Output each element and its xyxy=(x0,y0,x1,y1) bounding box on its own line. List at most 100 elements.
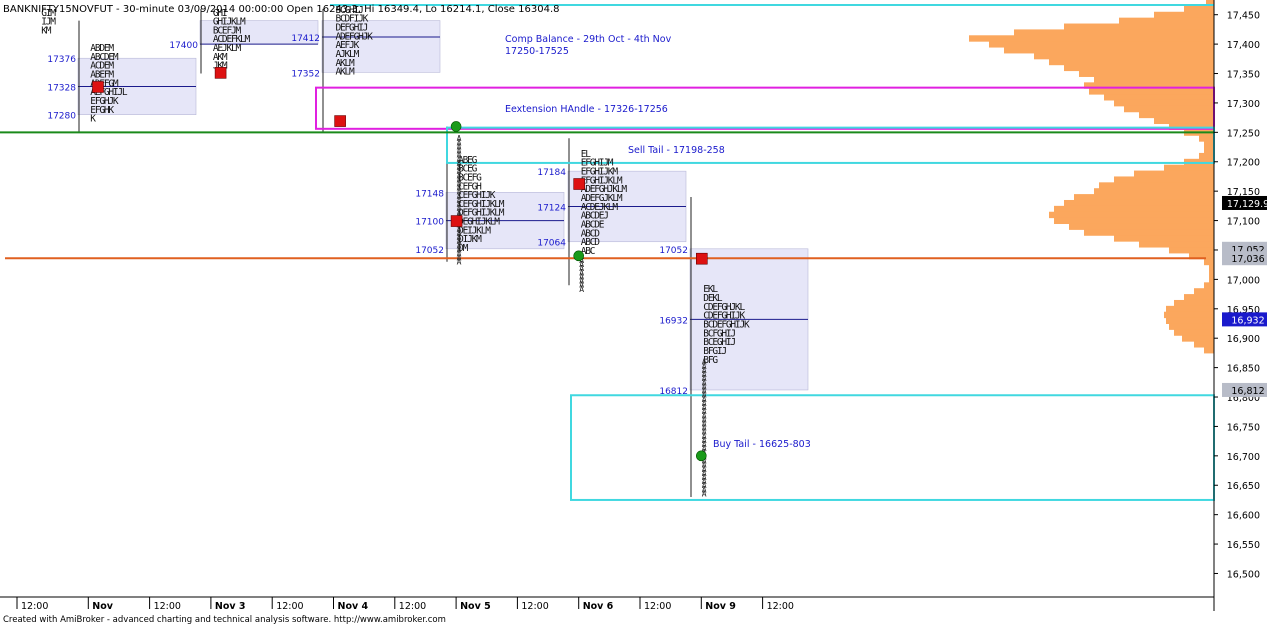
volume-profile-bar-26 xyxy=(1199,152,1214,160)
marker-green-5 xyxy=(573,250,585,262)
volume-profile-bar-1 xyxy=(1184,5,1214,13)
y-tick-label-3: 16,650 xyxy=(1227,481,1260,492)
x-tick-label-4: 12:00 xyxy=(276,601,303,612)
volume-profile-bar-39 xyxy=(1084,229,1214,236)
y-tick-label-19: 17,450 xyxy=(1227,11,1260,22)
poc-label-1: 17400 xyxy=(169,41,198,51)
y-tick-label-2: 16,600 xyxy=(1227,511,1260,522)
volume-profile-bar-31 xyxy=(1099,182,1214,189)
x-tick-label-5: Nov 4 xyxy=(338,601,369,612)
volume-profile-bar-42 xyxy=(1169,247,1214,254)
volume-profile-bar-9 xyxy=(1034,52,1214,60)
volume-profile-bar-15 xyxy=(1089,88,1214,95)
volume-profile-bar-41 xyxy=(1139,241,1214,248)
poc-label-3: 17100 xyxy=(415,218,444,228)
volume-profile-bar-10 xyxy=(1049,58,1214,66)
val-label-3: 17052 xyxy=(415,246,444,256)
volume-profile-bar-53 xyxy=(1164,311,1214,319)
volume-profile-bar-44 xyxy=(1204,258,1214,266)
price-badge-label-0: 17,129.9 xyxy=(1227,199,1267,210)
y-tick-label-10: 17,000 xyxy=(1227,275,1260,286)
volume-profile-bar-12 xyxy=(1079,70,1214,77)
volume-profile-bar-32 xyxy=(1094,188,1214,195)
x-tick-label-2: 12:00 xyxy=(154,601,181,612)
volume-profile-bar-25 xyxy=(1204,147,1214,154)
price-badge-label-3: 16,932 xyxy=(1231,315,1264,326)
val-label-0: 17280 xyxy=(47,112,76,122)
marker-red-1 xyxy=(214,67,227,79)
volume-profile-bar-8 xyxy=(1004,47,1214,54)
y-tick-label-14: 17,200 xyxy=(1227,158,1260,169)
y-tick-label-17: 17,350 xyxy=(1227,70,1260,81)
y-tick-label-16: 17,300 xyxy=(1227,99,1260,110)
marker-red-7 xyxy=(695,252,708,265)
marker-green-8 xyxy=(695,450,707,462)
y-tick-label-15: 17,250 xyxy=(1227,128,1260,139)
volume-profile-bar-49 xyxy=(1194,288,1214,295)
vah-label-3: 17148 xyxy=(415,189,444,199)
volume-profile-bar-47 xyxy=(1209,276,1214,283)
volume-profile-bar-40 xyxy=(1114,235,1214,242)
volume-profile-bar-30 xyxy=(1114,176,1214,183)
volume-profile-bar-57 xyxy=(1182,335,1214,342)
volume-profile-bar-17 xyxy=(1114,99,1214,107)
volume-profile-bar-2 xyxy=(1154,11,1214,19)
poc-label-4: 17124 xyxy=(537,203,566,213)
volume-profile-bar-54 xyxy=(1166,317,1214,324)
tail-letter: A xyxy=(457,258,462,267)
volume-profile-bar-48 xyxy=(1204,282,1214,289)
volume-profile-bar-19 xyxy=(1139,111,1214,119)
x-tick-label-6: 12:00 xyxy=(399,601,426,612)
volume-profile-bar-6 xyxy=(969,35,1214,42)
zone-label2-0: 17250-17525 xyxy=(505,46,569,57)
volume-profile-bar-20 xyxy=(1154,117,1214,125)
poc-label-0: 17328 xyxy=(47,83,76,93)
tpo-row-2: KM xyxy=(41,25,52,36)
zone-label-0: Comp Balance - 29th Oct - 4th Nov xyxy=(505,34,672,45)
volume-profile-bar-37 xyxy=(1054,217,1214,225)
volume-profile-bar-58 xyxy=(1194,341,1214,348)
x-tick-label-11: Nov 9 xyxy=(705,601,736,612)
x-tick-label-7: Nov 5 xyxy=(460,601,491,612)
y-tick-label-4: 16,700 xyxy=(1227,452,1260,463)
volume-profile-bar-16 xyxy=(1104,94,1214,101)
volume-profile-bar-59 xyxy=(1204,347,1214,354)
y-tick-label-0: 16,500 xyxy=(1227,569,1260,580)
x-tick-label-1: Nov xyxy=(92,601,113,612)
tail-letter: A xyxy=(579,285,584,294)
volume-profile-bar-28 xyxy=(1164,164,1214,172)
y-tick-label-7: 16,850 xyxy=(1227,364,1260,375)
volume-profile-bar-38 xyxy=(1069,223,1214,230)
volume-profile-bar-4 xyxy=(1064,23,1214,30)
y-tick-label-1: 16,550 xyxy=(1227,540,1260,551)
price-badge-label-4: 16,812 xyxy=(1231,386,1264,397)
volume-profile-bar-36 xyxy=(1049,211,1214,219)
volume-profile-bar-18 xyxy=(1124,105,1214,113)
y-tick-label-5: 16,750 xyxy=(1227,422,1260,433)
chart-title: BANKNIFTY15NOVFUT - 30-minute 03/09/2014… xyxy=(3,4,560,15)
x-tick-label-10: 12:00 xyxy=(644,601,671,612)
volume-profile-bar-13 xyxy=(1094,76,1214,83)
marker-red-0 xyxy=(92,81,104,93)
zone-label-3: Buy Tail - 16625-803 xyxy=(713,439,811,450)
volume-profile-bar-55 xyxy=(1169,323,1214,330)
x-tick-label-3: Nov 3 xyxy=(215,601,246,612)
y-tick-label-18: 17,400 xyxy=(1227,40,1260,51)
y-tick-label-12: 17,100 xyxy=(1227,217,1260,228)
marker-red-2 xyxy=(334,115,346,127)
poc-label-2: 17412 xyxy=(291,34,320,44)
volume-profile-bar-5 xyxy=(1014,29,1214,36)
volume-profile-bar-52 xyxy=(1166,305,1214,313)
poc-label-5: 16932 xyxy=(659,316,688,326)
marker-green-4 xyxy=(450,121,462,132)
tpo-row-26: AKLM xyxy=(336,67,356,78)
volume-profile-bar-11 xyxy=(1064,64,1214,72)
x-tick-label-12: 12:00 xyxy=(767,601,794,612)
vah-label-0: 17376 xyxy=(47,55,76,65)
volume-profile-bar-7 xyxy=(989,41,1214,48)
volume-profile-bar-33 xyxy=(1074,194,1214,201)
volume-profile-bar-24 xyxy=(1204,141,1214,148)
volume-profile-bar-50 xyxy=(1184,294,1214,301)
zone-label-2: Sell Tail - 17198-258 xyxy=(628,145,725,156)
zone-label-1: Eextension HAndle - 17326-17256 xyxy=(505,104,668,115)
